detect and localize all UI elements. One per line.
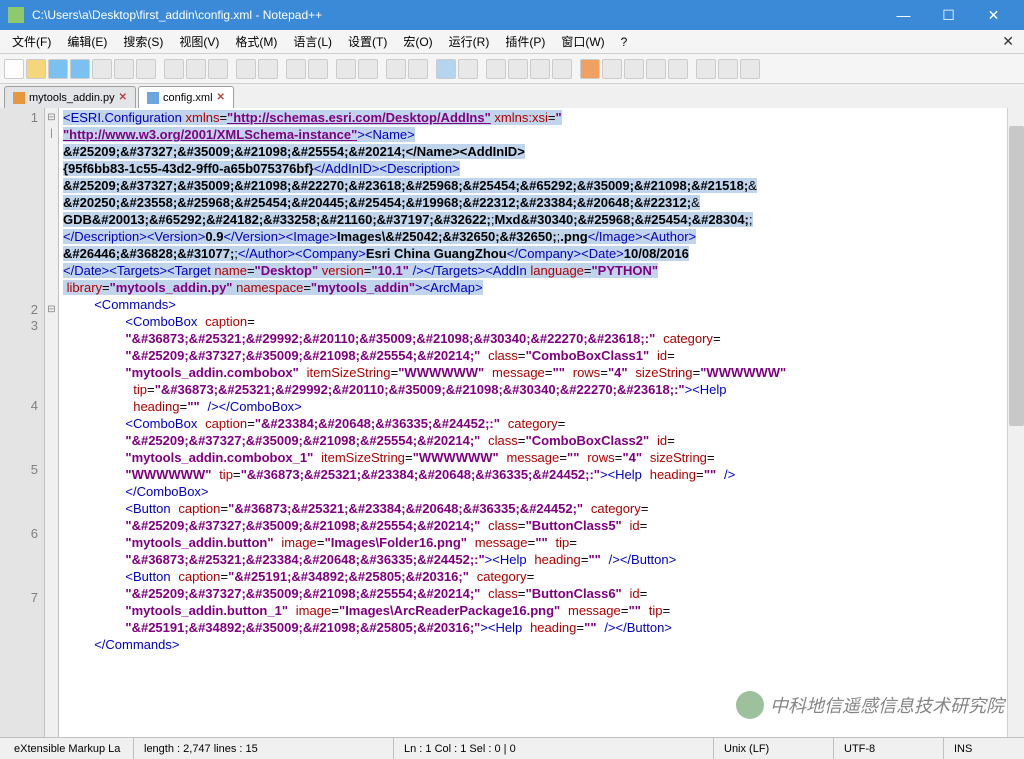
allchars-icon[interactable] bbox=[436, 59, 456, 79]
tab-close-icon[interactable]: ✕ bbox=[217, 92, 225, 103]
menu-run[interactable]: 运行(R) bbox=[441, 31, 498, 52]
misc2-icon[interactable] bbox=[718, 59, 738, 79]
close-button[interactable]: ✕ bbox=[971, 0, 1016, 30]
menu-settings[interactable]: 设置(T) bbox=[340, 31, 395, 52]
menu-format[interactable]: 格式(M) bbox=[227, 31, 285, 52]
tab-bar: mytools_addin.py ✕ config.xml ✕ bbox=[0, 84, 1024, 108]
tab-close-icon[interactable]: ✕ bbox=[119, 92, 127, 103]
menu-language[interactable]: 语言(L) bbox=[285, 31, 340, 52]
save-icon[interactable] bbox=[48, 59, 68, 79]
record-icon[interactable] bbox=[602, 59, 622, 79]
play-icon[interactable] bbox=[624, 59, 644, 79]
status-encoding: UTF-8 bbox=[834, 738, 944, 759]
menu-edit[interactable]: 编辑(E) bbox=[59, 31, 115, 52]
maximize-button[interactable]: ☐ bbox=[926, 0, 971, 30]
status-position: Ln : 1 Col : 1 Sel : 0 | 0 bbox=[394, 738, 714, 759]
file-icon bbox=[147, 92, 159, 104]
sync-icon[interactable] bbox=[386, 59, 406, 79]
misc1-icon[interactable] bbox=[696, 59, 716, 79]
tab-label: mytools_addin.py bbox=[29, 92, 115, 104]
status-eol: Unix (LF) bbox=[714, 738, 834, 759]
tab-mytools[interactable]: mytools_addin.py ✕ bbox=[4, 86, 136, 108]
scrollbar-thumb[interactable] bbox=[1009, 126, 1024, 426]
replace-icon[interactable] bbox=[308, 59, 328, 79]
window-title: C:\Users\a\Desktop\first_addin\config.xm… bbox=[32, 8, 881, 22]
toolbar bbox=[0, 54, 1024, 84]
monitor-icon[interactable] bbox=[580, 59, 600, 79]
cut-icon[interactable] bbox=[164, 59, 184, 79]
menu-view[interactable]: 视图(V) bbox=[171, 31, 227, 52]
app-icon bbox=[8, 7, 24, 23]
zoomout-icon[interactable] bbox=[358, 59, 378, 79]
close-icon[interactable] bbox=[92, 59, 112, 79]
print-icon[interactable] bbox=[136, 59, 156, 79]
menu-help[interactable]: ? bbox=[613, 33, 636, 51]
editor-area: 1 2 3 4 5 6 7 ⊟ | ⊟ <ESRI.Configuration … bbox=[0, 108, 1024, 737]
vertical-scrollbar[interactable] bbox=[1007, 108, 1024, 737]
menu-bar: 文件(F) 编辑(E) 搜索(S) 视图(V) 格式(M) 语言(L) 设置(T… bbox=[0, 30, 1024, 54]
menu-search[interactable]: 搜索(S) bbox=[115, 31, 171, 52]
status-language: eXtensible Markup La bbox=[4, 738, 134, 759]
watermark-icon bbox=[736, 691, 764, 719]
menu-close-doc[interactable]: ✕ bbox=[1002, 33, 1020, 50]
title-bar: C:\Users\a\Desktop\first_addin\config.xm… bbox=[0, 0, 1024, 30]
copy-icon[interactable] bbox=[186, 59, 206, 79]
docmap-icon[interactable] bbox=[508, 59, 528, 79]
playmulti-icon[interactable] bbox=[646, 59, 666, 79]
savemacro-icon[interactable] bbox=[668, 59, 688, 79]
menu-plugins[interactable]: 插件(P) bbox=[497, 31, 553, 52]
menu-file[interactable]: 文件(F) bbox=[4, 31, 59, 52]
indent-icon[interactable] bbox=[458, 59, 478, 79]
watermark-text: 中科地信遥感信息技术研究院 bbox=[770, 692, 1004, 718]
minimize-button[interactable]: — bbox=[881, 0, 926, 30]
open-icon[interactable] bbox=[26, 59, 46, 79]
new-icon[interactable] bbox=[4, 59, 24, 79]
tab-config[interactable]: config.xml ✕ bbox=[138, 86, 234, 108]
funclist-icon[interactable] bbox=[530, 59, 550, 79]
saveall-icon[interactable] bbox=[70, 59, 90, 79]
wrap-icon[interactable] bbox=[408, 59, 428, 79]
redo-icon[interactable] bbox=[258, 59, 278, 79]
userlang-icon[interactable] bbox=[486, 59, 506, 79]
tab-label: config.xml bbox=[163, 92, 213, 104]
paste-icon[interactable] bbox=[208, 59, 228, 79]
menu-window[interactable]: 窗口(W) bbox=[553, 31, 612, 52]
closeall-icon[interactable] bbox=[114, 59, 134, 79]
undo-icon[interactable] bbox=[236, 59, 256, 79]
menu-macro[interactable]: 宏(O) bbox=[395, 31, 440, 52]
status-bar: eXtensible Markup La length : 2,747 line… bbox=[0, 737, 1024, 759]
folder-icon[interactable] bbox=[552, 59, 572, 79]
find-icon[interactable] bbox=[286, 59, 306, 79]
status-insert: INS bbox=[944, 738, 982, 759]
code-content[interactable]: <ESRI.Configuration xmlns="http://schema… bbox=[59, 108, 1007, 737]
line-numbers: 1 2 3 4 5 6 7 bbox=[0, 108, 45, 737]
status-length: length : 2,747 lines : 15 bbox=[134, 738, 394, 759]
zoomin-icon[interactable] bbox=[336, 59, 356, 79]
fold-margin[interactable]: ⊟ | ⊟ bbox=[45, 108, 59, 737]
watermark: 中科地信遥感信息技术研究院 bbox=[736, 691, 1004, 719]
misc3-icon[interactable] bbox=[740, 59, 760, 79]
file-icon bbox=[13, 92, 25, 104]
